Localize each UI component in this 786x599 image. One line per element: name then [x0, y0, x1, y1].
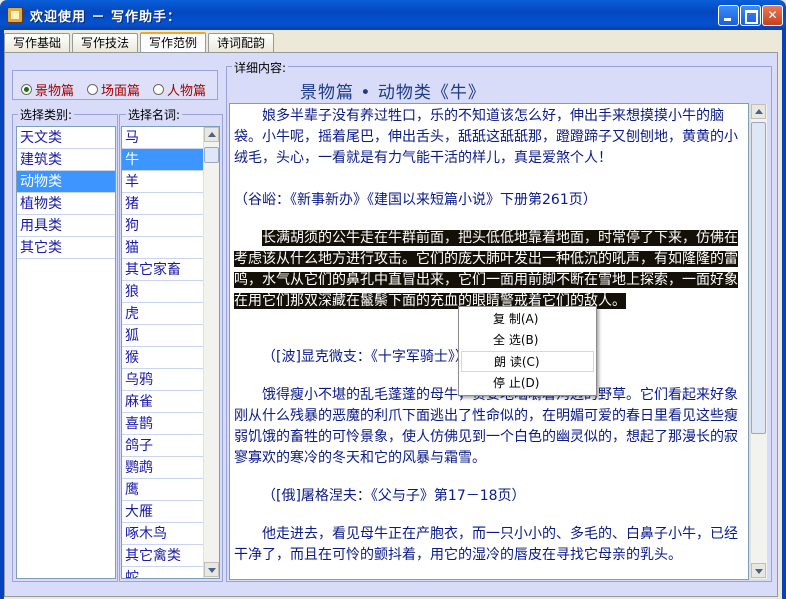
category-item-plant[interactable]: 植物类: [17, 193, 115, 215]
list-item[interactable]: 羊: [122, 171, 204, 193]
app-icon: [7, 7, 23, 23]
list-item[interactable]: 狼: [122, 281, 204, 303]
list-item[interactable]: 大雁: [122, 501, 204, 523]
paragraph-selected: 长满胡须的公牛走在牛群前面，把头低低地靠着地面，时常停了下来，仿佛在考虑该从什么…: [234, 228, 746, 312]
list-item[interactable]: 麻雀: [122, 391, 204, 413]
menu-item-copy[interactable]: 复 制(A): [461, 309, 594, 330]
scroll-up-icon[interactable]: [751, 104, 766, 119]
radio-dot: [87, 84, 98, 95]
section-radio-group: 景物篇 场面篇 人物篇: [12, 70, 218, 100]
paragraph: 娘多半辈子没有养过牲口，乐的不知道该怎么好，伸出手来想摸摸小牛的脑袋。小牛呢，摇…: [234, 108, 738, 166]
list-item[interactable]: 虎: [122, 303, 204, 325]
close-icon: ✕: [767, 8, 778, 22]
radio-label: 人物篇: [167, 84, 207, 99]
paragraph: 他走进去，看见母牛正在产胞衣，而一只小小的、多毛的、白鼻子小牛，已经干净了，而且…: [234, 526, 738, 563]
menu-item-read-aloud[interactable]: 朗 读(C): [461, 351, 594, 372]
scroll-down-icon[interactable]: [204, 562, 219, 577]
noun-list: 马 牛 羊 猪 狗 猫 其它家畜 狼 虎 狐 猴 乌鸦 麻雀 喜鹊 鸽子 鹦鹉 …: [121, 126, 220, 579]
scroll-down-icon[interactable]: [751, 563, 766, 578]
maximize-icon: [741, 6, 760, 25]
tab-writing-basics[interactable]: 写作基础: [4, 33, 71, 52]
list-item[interactable]: 蛇: [122, 567, 204, 578]
minimize-icon: [719, 6, 738, 25]
tab-strip: 写作基础 写作技法 写作范例 诗词配韵: [4, 32, 276, 53]
detail-group-label: 详细内容:: [232, 59, 289, 76]
window-frame-right: [782, 30, 786, 599]
category-item-astronomy[interactable]: 天文类: [17, 127, 115, 149]
radio-label: 景物篇: [35, 84, 75, 99]
radio-character[interactable]: 人物篇: [153, 80, 206, 99]
detail-scrollbar[interactable]: [750, 104, 767, 579]
radio-dot-checked: [21, 84, 32, 95]
scroll-thumb[interactable]: [751, 122, 766, 434]
category-group-label: 选择类别:: [18, 106, 75, 123]
category-item-animal[interactable]: 动物类: [17, 171, 115, 193]
list-item[interactable]: 牛: [122, 149, 204, 171]
scroll-thumb[interactable]: [204, 147, 219, 163]
list-item[interactable]: 狐: [122, 325, 204, 347]
noun-list-scrollbar[interactable]: [203, 127, 219, 578]
list-item[interactable]: 鸽子: [122, 435, 204, 457]
radio-scene[interactable]: 场面篇: [87, 80, 140, 99]
window-title: 欢迎使用 － 写作助手：: [30, 10, 182, 25]
radio-dot: [153, 84, 164, 95]
title-bar: 欢迎使用 － 写作助手： ✕: [0, 0, 786, 30]
menu-item-select-all[interactable]: 全 选(B): [461, 330, 594, 351]
detail-title: 景物篇 • 动物类《牛》: [300, 83, 486, 103]
list-item[interactable]: 狗: [122, 215, 204, 237]
list-item[interactable]: 鹦鹉: [122, 457, 204, 479]
paragraph: 饿得瘦小不堪的乱毛蓬蓬的母牛，贪婪地啮嚼着沟边的野草。它们看起来好象刚从什么残暴…: [234, 387, 738, 466]
list-item[interactable]: 其它禽类: [122, 545, 204, 567]
paragraph-source: （谷峪：《新事新办》《建国以来短篇小说》下册第261页）: [234, 192, 597, 208]
minimize-button[interactable]: [718, 5, 739, 26]
close-button[interactable]: ✕: [762, 5, 783, 26]
category-item-other[interactable]: 其它类: [17, 237, 115, 259]
list-item[interactable]: 其它家畜: [122, 259, 204, 281]
maximize-button[interactable]: [740, 5, 761, 26]
scroll-up-icon[interactable]: [204, 127, 219, 142]
list-item[interactable]: 猫: [122, 237, 204, 259]
list-item[interactable]: 喜鹊: [122, 413, 204, 435]
tab-writing-examples[interactable]: 写作范例: [140, 32, 207, 52]
radio-scenery[interactable]: 景物篇: [21, 80, 74, 99]
paragraph-source: （[俄]屠格涅夫：《父与子》第17－18页）: [262, 488, 526, 504]
list-item[interactable]: 猪: [122, 193, 204, 215]
list-item[interactable]: 乌鸦: [122, 369, 204, 391]
category-item-tools[interactable]: 用具类: [17, 215, 115, 237]
noun-group-label: 选择名词:: [126, 106, 183, 123]
context-menu: 复 制(A) 全 选(B) 朗 读(C) 停 止(D): [458, 306, 597, 396]
list-item[interactable]: 啄木鸟: [122, 523, 204, 545]
category-item-architecture[interactable]: 建筑类: [17, 149, 115, 171]
list-item[interactable]: 猴: [122, 347, 204, 369]
list-item[interactable]: 马: [122, 127, 204, 149]
list-item[interactable]: 鹰: [122, 479, 204, 501]
menu-item-stop[interactable]: 停 止(D): [461, 373, 594, 394]
noun-list-items: 马 牛 羊 猪 狗 猫 其它家畜 狼 虎 狐 猴 乌鸦 麻雀 喜鹊 鸽子 鹦鹉 …: [122, 127, 204, 578]
selected-text: 长满胡须的公牛走在牛群前面，把头低低地靠着地面，时常停了下来，仿佛在考虑该从什么…: [234, 230, 738, 309]
category-list: 天文类 建筑类 动物类 植物类 用具类 其它类: [16, 126, 116, 579]
tab-writing-techniques[interactable]: 写作技法: [72, 33, 139, 52]
tab-poetry-rhyme[interactable]: 诗词配韵: [208, 33, 275, 52]
radio-label: 场面篇: [101, 84, 141, 99]
